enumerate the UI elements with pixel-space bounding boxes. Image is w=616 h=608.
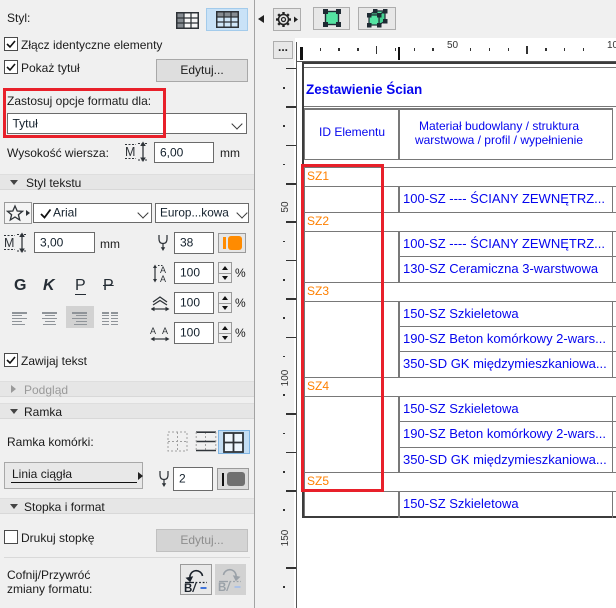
svg-text:/: /	[226, 582, 232, 593]
svg-text:B: B	[184, 583, 192, 594]
svg-text:A: A	[162, 326, 168, 336]
svg-text:M: M	[125, 145, 135, 159]
svg-text:A: A	[150, 326, 156, 336]
svg-text:M: M	[4, 236, 14, 250]
svg-text:/: /	[192, 583, 198, 594]
svg-text:B: B	[218, 582, 226, 593]
svg-text:A: A	[160, 274, 166, 283]
